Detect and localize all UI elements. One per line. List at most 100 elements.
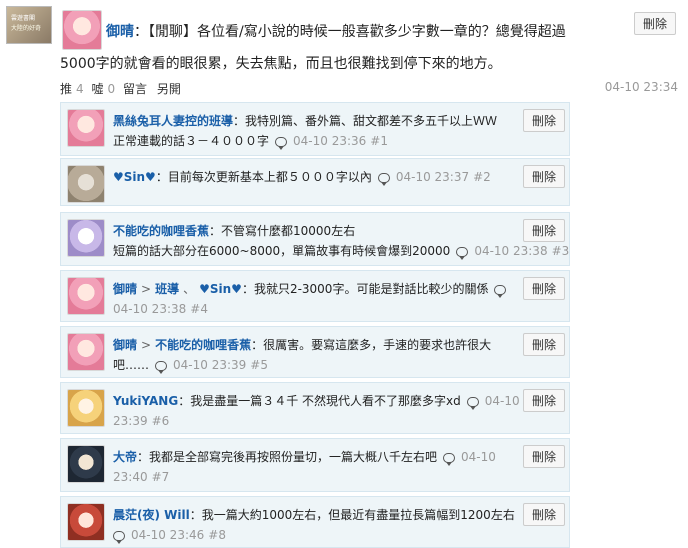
reply-to-user[interactable]: 不能吃的咖哩香蕉 [155,338,251,352]
reply-line-2: 短篇的話大部分在6000~8000，單篇故事有時候會爆到20000 04-10 2… [113,241,573,261]
comment-bubble-icon[interactable] [443,452,456,466]
post-thumbnail[interactable]: 雲遊書閣 大陸的好奇 [6,6,52,44]
post-actions: 推4 噓0 留言 另開 [60,80,181,97]
main-post: 雲遊書閣 大陸的好奇 御晴：【閒聊】各位看/寫小說的時候一般喜歡多少字數一章的？… [0,0,688,100]
reply-line-1: 大帝：我都是全部寫完後再按照份量切，一篇大概八千左右吧 04-10 [113,447,563,467]
thumb-text-2: 大陸的好奇 [11,25,42,32]
reply-avatar[interactable] [67,165,105,203]
reply-author[interactable]: ♥Sin♥ [113,170,156,184]
reply-time: 04-10 23:39 [173,358,247,372]
reply-line-1: 御晴 > 不能吃的咖哩香蕉：很厲害。要寫這麼多，手速的要求也許很大 [113,335,523,355]
reply-floor: #2 [473,170,491,184]
reply-line-2: 23:40 #7 [113,467,553,487]
post-author[interactable]: 御晴 [106,24,134,40]
reply-item: 黑絲兔耳人妻控的班導：我特別篇、番外篇、甜文都差不多五千以上ＷＷ 正常連載的話３… [60,102,570,156]
push-button[interactable]: 推 [60,82,72,96]
reply-author[interactable]: 御晴 [113,282,137,296]
comment-bubble-icon[interactable] [466,396,479,410]
reply-delete-button[interactable]: 刪除 [523,165,566,188]
reply-delete-button[interactable]: 刪除 [523,333,566,356]
boo-count: 0 [107,82,116,96]
reply-text: ：目前每次更新基本上都５０００字以內 [155,170,372,184]
reply-avatar[interactable] [67,333,105,371]
post-delete-button[interactable]: 刪除 [634,12,677,35]
reply-author[interactable]: 晨茫(夜) Will [113,508,190,522]
reply-delete-button[interactable]: 刪除 [523,445,566,468]
reply-avatar[interactable] [67,219,105,257]
reply-text: ：我一篇大約1000左右，但最近有盡量拉長篇幅到1200左右 [189,508,515,522]
reply-delete-button[interactable]: 刪除 [523,219,566,242]
reply-item: 大帝：我都是全部寫完後再按照份量切，一篇大概八千左右吧 04-10 23:40 #7… [60,438,570,492]
reply-item: ♥Sin♥：目前每次更新基本上都５０００字以內 04-10 23:37 #2 刪除 [60,158,570,206]
reply-floor: #6 [151,414,170,428]
reply-floor: #1 [370,134,388,148]
reply-floor: #7 [151,470,170,484]
reply-item: 御晴 > 不能吃的咖哩香蕉：很厲害。要寫這麼多，手速的要求也許很大 吧…… 04-10… [60,326,570,378]
reply-avatar[interactable] [67,389,105,427]
comment-bubble-icon[interactable] [113,530,125,544]
reply-item: YukiYANG：我是盡量一篇３４千 不然現代人看不了那麼多字xd 04-10 2… [60,382,570,434]
reply-text: ：我就只2-3000字。可能是對話比較少的關係 [241,282,489,296]
reply-line-2: 04-10 23:46 #8 [113,525,553,545]
reply-line-1: 黑絲兔耳人妻控的班導：我特別篇、番外篇、甜文都差不多五千以上ＷＷ [113,111,503,131]
reply-delete-button[interactable]: 刪除 [523,503,566,526]
reply-floor: #8 [208,528,226,542]
boo-button[interactable]: 噓 [91,82,103,96]
reply-text: ：不管寫什麼都10000左右 [209,224,356,238]
push-count: 4 [76,82,84,96]
reply-author[interactable]: 不能吃的咖哩香蕉 [113,224,209,238]
reply-floor: #4 [190,302,208,316]
reply-item: 不能吃的咖哩香蕉：不管寫什麼都10000左右 短篇的話大部分在6000~8000… [60,212,570,266]
reply-text-2: 正常連載的話３－４０００字 [113,134,270,148]
reply-floor: #3 [551,244,570,258]
reply-author[interactable]: YukiYANG [113,394,178,408]
reply-new-button[interactable]: 另開 [157,82,181,96]
reply-text: ：很厲害。要寫這麼多，手速的要求也許很大 [251,338,492,352]
reply-line-2: 23:39 #6 [113,411,553,431]
reply-line-1: 晨茫(夜) Will：我一篇大約1000左右，但最近有盡量拉長篇幅到1200左右 [113,505,563,525]
comment-bubble-icon[interactable] [155,360,168,374]
comment-bubble-icon[interactable] [494,284,507,298]
reply-author[interactable]: 御晴 [113,338,137,352]
comment-bubble-icon[interactable] [275,136,288,150]
reply-line-2: 04-10 23:38 #4 [113,299,553,319]
reply-time-date: 04-10 [484,394,520,408]
reply-time: 04-10 23:36 [293,134,367,148]
reply-delete-button[interactable]: 刪除 [523,277,566,300]
reply-avatar[interactable] [67,277,105,315]
reply-item: 晨茫(夜) Will：我一篇大約1000左右，但最近有盡量拉長篇幅到1200左右… [60,496,570,548]
reply-delete-button[interactable]: 刪除 [523,389,566,412]
reply-text-2: 短篇的話大部分在6000~8000，單篇故事有時候會爆到20000 [113,244,451,258]
reply-avatar[interactable] [67,445,105,483]
reply-item: 御晴 > 班導、 ♥Sin♥：我就只2-3000字。可能是對話比較少的關係 04-10… [60,270,570,322]
reply-delete-button[interactable]: 刪除 [523,109,566,132]
reply-time: 04-10 23:38 [113,302,187,316]
reply-line-2: 吧…… 04-10 23:39 #5 [113,355,553,375]
reply-avatar[interactable] [67,503,105,541]
reply-arrow: > [141,282,152,296]
reply-time: 04-10 23:38 [474,244,548,258]
comment-bubble-icon[interactable] [456,246,469,260]
reply-text: ：我是盡量一篇３４千 不然現代人看不了那麼多字xd [178,394,461,408]
reply-line-1: ♥Sin♥：目前每次更新基本上都５０００字以內 04-10 23:37 #2 [113,167,503,187]
reply-avatar[interactable] [67,109,105,147]
author-avatar[interactable] [62,10,102,50]
post-body: 御晴：【閒聊】各位看/寫小說的時候一般喜歡多少字數一章的？總覺得超過 [106,18,626,46]
reply-time-clock: 23:40 [113,470,148,484]
reply-time: 04-10 23:37 [395,170,470,184]
reply-to-user[interactable]: ♥Sin♥ [199,282,242,296]
comment-button[interactable]: 留言 [123,82,147,96]
reply-text: ：我都是全部寫完後再按照份量切，一篇大概八千左右吧 [137,450,438,464]
reply-text: ：我特別篇、番外篇、甜文都差不多五千以上ＷＷ [233,114,498,128]
reply-to-user[interactable]: 班導 [155,282,179,296]
reply-line-1: YukiYANG：我是盡量一篇３４千 不然現代人看不了那麼多字xd 04-10 [113,391,563,411]
reply-comma: 、 [183,282,196,296]
reply-author[interactable]: 黑絲兔耳人妻控的班導 [113,114,233,128]
reply-line-2: 正常連載的話３－４０００字 04-10 23:36 #1 [113,131,553,151]
post-text-1: ：【閒聊】各位看/寫小說的時候一般喜歡多少字數一章的？總覺得超過 [134,24,566,40]
reply-author[interactable]: 大帝 [113,450,137,464]
comment-bubble-icon[interactable] [377,172,390,186]
post-text-2: 5000字的就會看的眼很累，失去焦點，而且也很難找到停下來的地方。 [60,56,502,72]
reply-arrow: > [141,338,152,352]
reply-line-1: 御晴 > 班導、 ♥Sin♥：我就只2-3000字。可能是對話比較少的關係 [113,279,533,299]
